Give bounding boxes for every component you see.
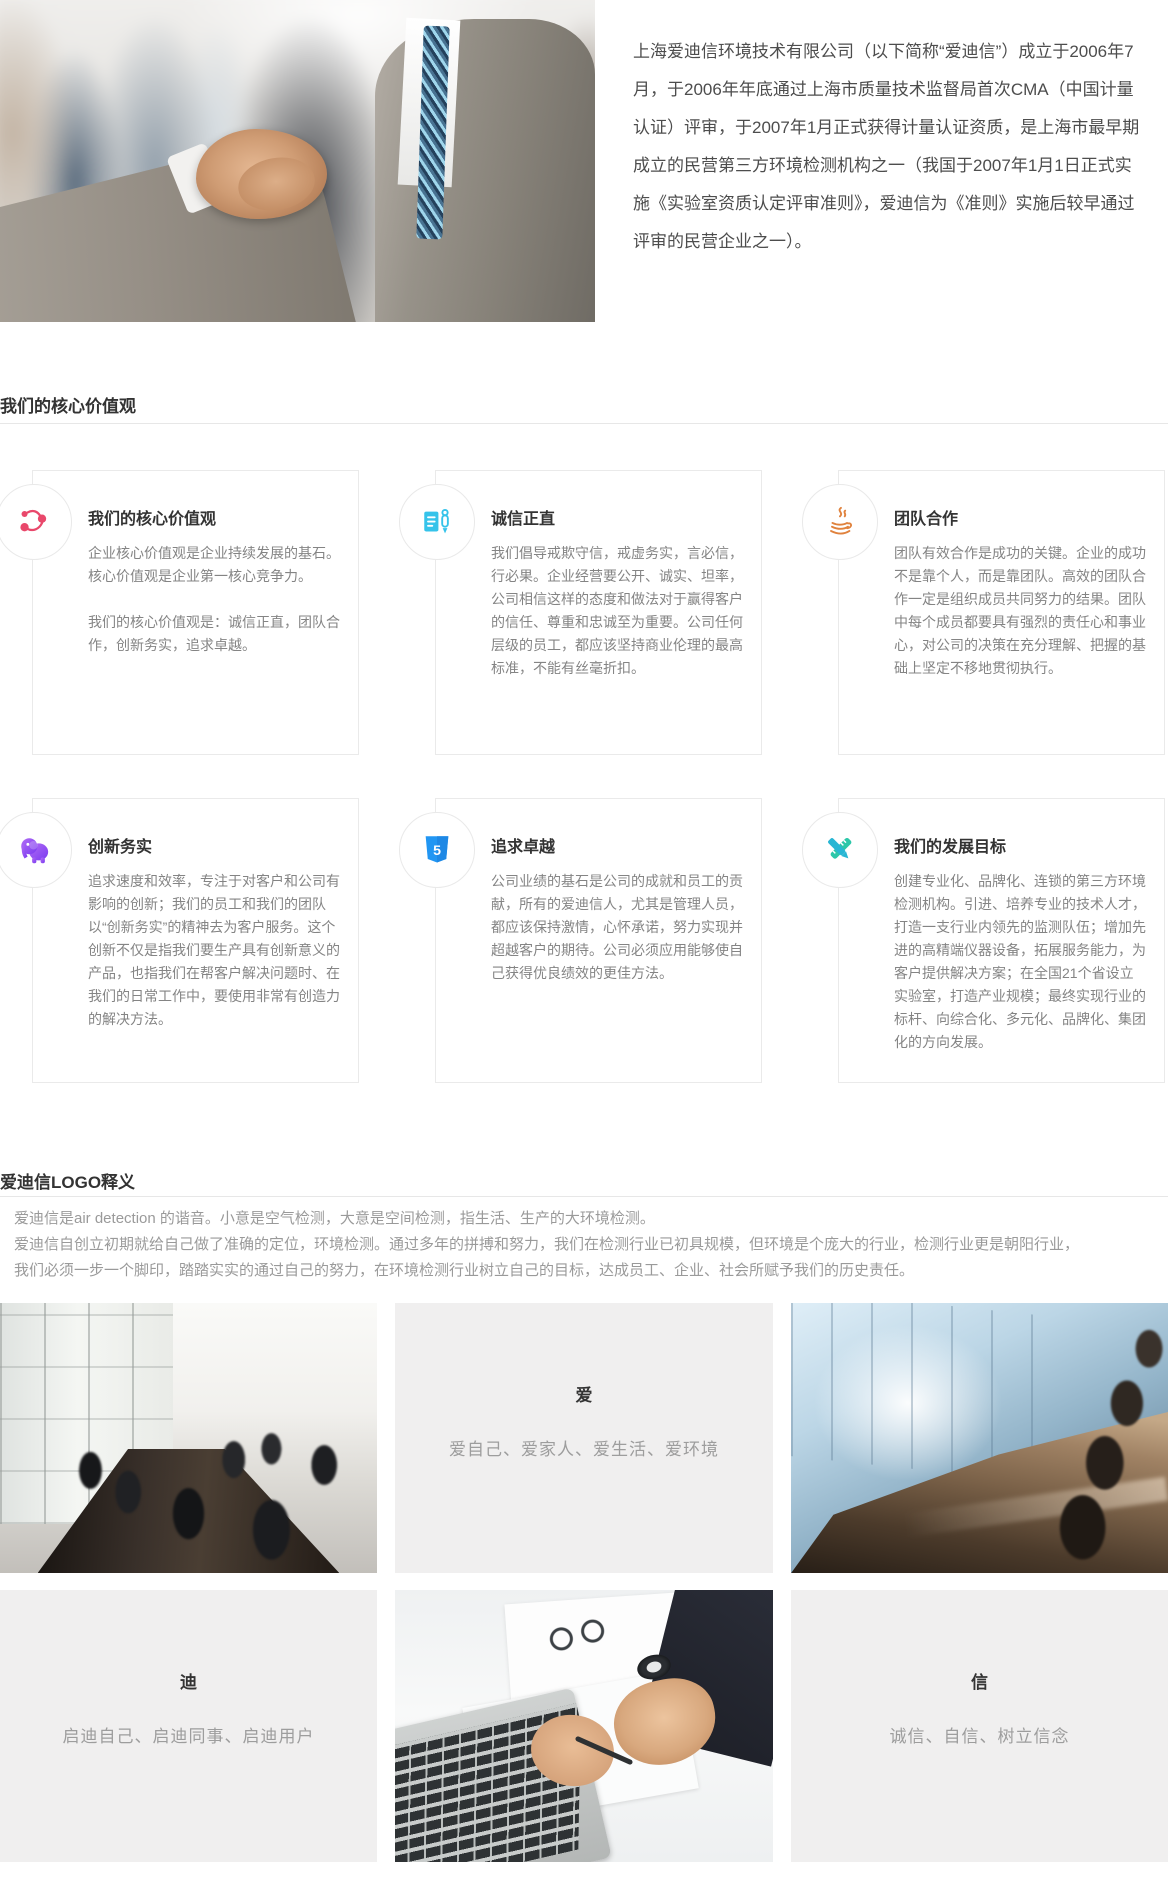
card-body: 追求速度和效率，专注于对客户和公司有影响的创新；我们的员工和我们的团队以“创新务…: [88, 870, 340, 1031]
leather-chairs-shape: [1010, 1314, 1168, 1562]
card-icon-circle: 5: [399, 812, 475, 888]
values-section-title: 我们的核心价值观: [0, 392, 136, 417]
logo-block-subtitle: 爱自己、爱家人、爱生活、爱环境: [395, 1435, 773, 1460]
logo-grid: 爱 爱自己、爱家人、爱生活、爱环境 迪 启迪自己、启迪同事、启迪用户: [0, 1303, 1168, 1862]
logo-block-title: 迪: [0, 1590, 377, 1693]
logo-meaning-line: 我们必须一步一个脚印，踏踏实实的通过自己的努力，在环境检测行业树立自己的目标，达…: [14, 1258, 1154, 1284]
logo-block-ai: 爱 爱自己、爱家人、爱生活、爱环境: [395, 1303, 773, 1573]
logo-meaning-paragraph: 爱迪信是air detection 的谐音。小意是空气检测，大意是空间检测，指生…: [14, 1206, 1154, 1284]
value-card-core-values: 我们的核心价值观 企业核心价值观是企业持续发展的基石。核心价值观是企业第一核心竞…: [32, 470, 359, 755]
logo-block-xin: 信 诚信、自信、树立信念: [791, 1590, 1168, 1862]
card-title: 诚信正直: [491, 505, 743, 529]
card-icon-circle: [802, 484, 878, 560]
card-body: 团队有效合作是成功的关键。企业的成功不是靠个人，而是靠团队。高效的团队合作一定是…: [894, 542, 1146, 680]
card-body: 创建专业化、品牌化、连锁的第三方环境检测机构。引进、培养专业的技术人才，打造一支…: [894, 870, 1146, 1054]
card-icon-circle: [802, 812, 878, 888]
hands-documents-photo: [395, 1590, 773, 1862]
logo-meaning-line: 爱迪信自创立初期就给自己做了准确的定位，环境检测。通过多年的拼搏和努力，我们在检…: [14, 1232, 1154, 1258]
java-cup-icon: [823, 505, 857, 539]
ruler-pencil-icon: [823, 833, 857, 867]
card-title: 我们的发展目标: [894, 833, 1146, 857]
logo-block-di: 迪 启迪自己、启迪同事、启迪用户: [0, 1590, 377, 1862]
share-icon: [17, 505, 51, 539]
value-cards-grid: 我们的核心价值观 企业核心价值观是企业持续发展的基石。核心价值观是企业第一核心竞…: [32, 470, 1165, 1083]
card-title: 我们的核心价值观: [88, 505, 340, 529]
logo-block-title: 信: [791, 1590, 1168, 1693]
card-title: 团队合作: [894, 505, 1146, 529]
company-intro-paragraph: 上海爱迪信环境技术有限公司（以下简称“爱迪信”）成立于2006年7月，于2006…: [633, 33, 1141, 261]
meeting-room-photo: [0, 1303, 377, 1573]
section-divider: [0, 423, 1168, 424]
card-title: 追求卓越: [491, 833, 743, 857]
card-body: 我们倡导戒欺守信，戒虚务实，言必信，行必果。企业经营要公开、诚实、坦率，公司相信…: [491, 542, 743, 680]
logo-block-title: 爱: [395, 1303, 773, 1406]
svg-text:5: 5: [433, 843, 441, 859]
value-card-innovation: 创新务实 追求速度和效率，专注于对客户和公司有影响的创新；我们的员工和我们的团队…: [32, 798, 359, 1083]
html5-shield-icon: 5: [420, 833, 454, 867]
logo-block-subtitle: 启迪自己、启迪同事、启迪用户: [0, 1722, 377, 1747]
value-card-excellence: 5 追求卓越 公司业绩的基石是公司的成就和员工的贡献，所有的爱迪信人，尤其是管理…: [435, 798, 762, 1083]
card-title: 创新务实: [88, 833, 340, 857]
notebook-pen-icon: [420, 505, 454, 539]
elephant-icon: [17, 833, 51, 867]
value-card-teamwork: 团队合作 团队有效合作是成功的关键。企业的成功不是靠个人，而是靠团队。高效的团队…: [838, 470, 1165, 755]
card-body: 企业核心价值观是企业持续发展的基石。核心价值观是企业第一核心竞争力。: [88, 542, 340, 588]
about-page: 上海爱迪信环境技术有限公司（以下简称“爱迪信”）成立于2006年7月，于2006…: [0, 0, 1168, 1889]
logo-block-subtitle: 诚信、自信、树立信念: [791, 1722, 1168, 1747]
card-body-2: 我们的核心价值观是：诚信正直，团队合作，创新务实，追求卓越。: [88, 611, 340, 657]
card-icon-circle: [0, 812, 72, 888]
card-icon-circle: [399, 484, 475, 560]
business-handshake-photo: [0, 0, 595, 322]
card-icon-circle: [0, 484, 72, 560]
section-divider: [0, 1196, 1168, 1197]
office-chairs-shape: [0, 1303, 377, 1573]
logo-meaning-line: 爱迪信是air detection 的谐音。小意是空气检测，大意是空间检测，指生…: [14, 1206, 1154, 1232]
value-card-integrity: 诚信正直 我们倡导戒欺守信，戒虚务实，言必信，行必果。企业经营要公开、诚实、坦率…: [435, 470, 762, 755]
conference-room-photo: [791, 1303, 1168, 1573]
value-card-development-goals: 我们的发展目标 创建专业化、品牌化、连锁的第三方环境检测机构。引进、培养专业的技…: [838, 798, 1165, 1083]
logo-section-title: 爱迪信LOGO释义: [0, 1168, 135, 1193]
card-body: 公司业绩的基石是公司的成就和员工的贡献，所有的爱迪信人，尤其是管理人员，都应该保…: [491, 870, 743, 985]
